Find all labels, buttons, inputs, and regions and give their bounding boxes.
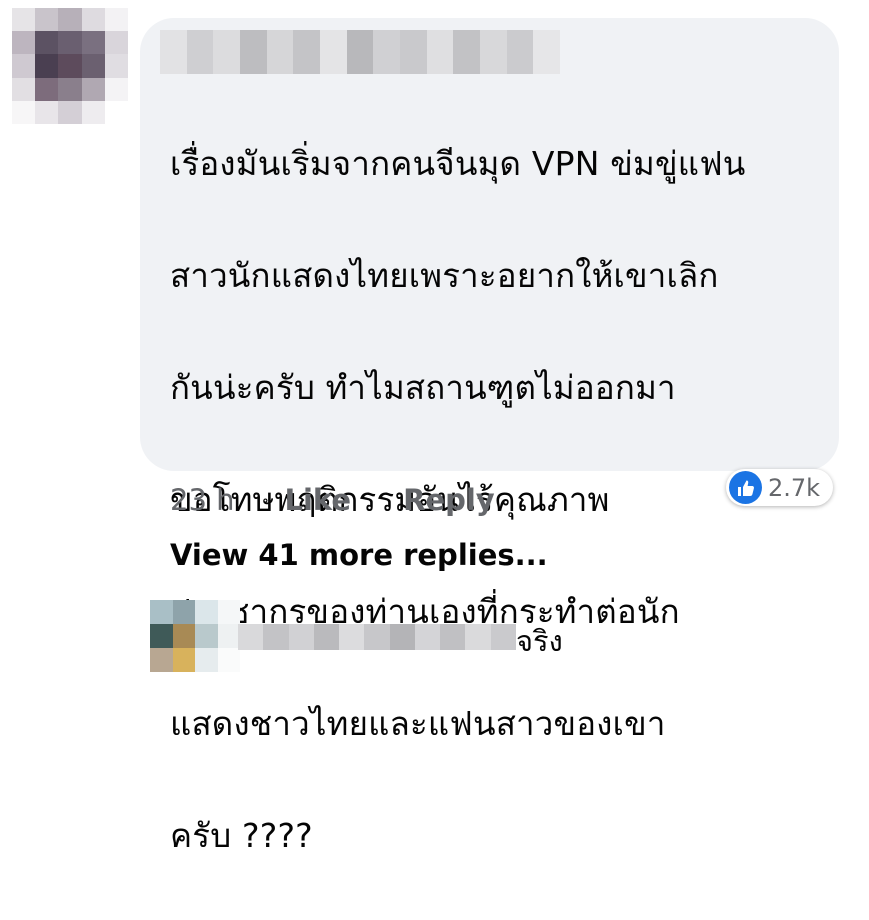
reply-text: จริง — [516, 624, 563, 658]
view-more-replies-link[interactable]: View 41 more replies... — [170, 538, 548, 572]
comment-actions: 23 h Like Reply — [170, 478, 495, 522]
like-button[interactable]: Like — [285, 483, 352, 517]
comment-timestamp[interactable]: 23 h — [170, 483, 235, 517]
reply-avatar[interactable] — [150, 600, 240, 672]
reply-button[interactable]: Reply — [403, 483, 495, 517]
reaction-count: 2.7k — [768, 473, 821, 502]
reaction-summary[interactable]: 2.7k — [726, 469, 833, 506]
comment-line: ครับ ???? — [170, 816, 313, 855]
commenter-name[interactable] — [160, 30, 561, 74]
comment-line: แสดงชาวไทยและแฟนสาวของเขา — [170, 704, 666, 743]
comment-line: เรื่องมันเริ่มจากคนจีนมุด VPN ข่มขู่แฟน — [170, 144, 746, 183]
comment-line: สาวนักแสดงไทยเพราะอยากให้เขาเลิก — [170, 256, 719, 295]
reply-author-name[interactable] — [238, 624, 516, 650]
commenter-avatar[interactable] — [12, 8, 128, 124]
thumbs-up-icon — [729, 471, 762, 504]
comment-line: กันน่ะครับ ทำไมสถานฑูตไม่ออกมา — [170, 368, 676, 407]
